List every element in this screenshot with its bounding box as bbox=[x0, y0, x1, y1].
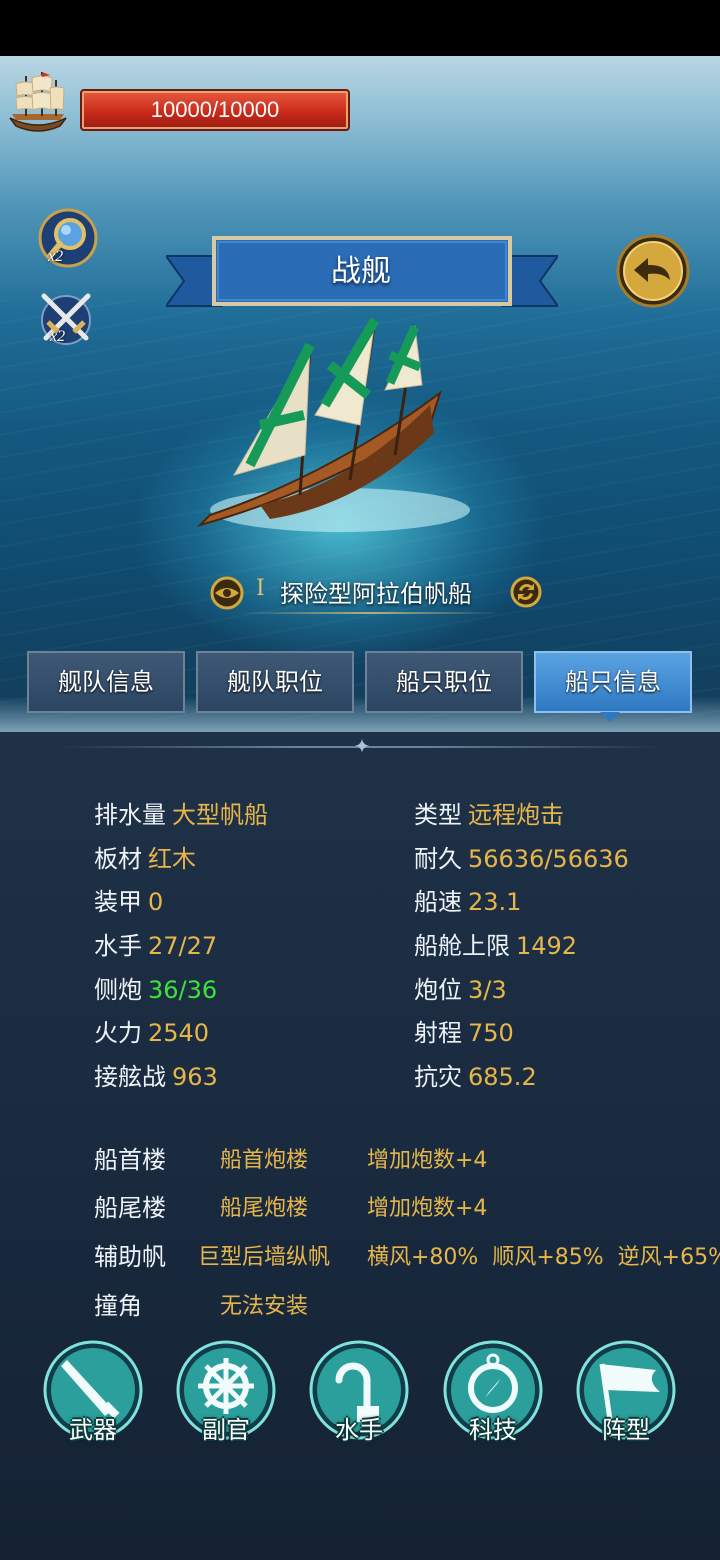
equip-row-bow[interactable]: 船首楼 船首炮楼 增加炮数+4 bbox=[94, 1140, 720, 1180]
tab-fleet-info[interactable]: 舰队信息 bbox=[27, 651, 185, 713]
stat-range: 射程 750 bbox=[414, 1019, 514, 1047]
refresh-icon[interactable] bbox=[510, 576, 542, 608]
tech-button-label: 科技 bbox=[469, 1416, 517, 1444]
swords-buff-button[interactable]: x2 bbox=[34, 286, 98, 350]
stat-disaster-resist: 抗灾 685.2 bbox=[414, 1063, 537, 1091]
ship-name-row: I 探险型阿拉伯帆船 bbox=[200, 570, 542, 616]
stat-sailors: 水手 27/27 bbox=[94, 932, 218, 960]
divider-ornament-icon: ✦ bbox=[353, 734, 371, 758]
sailor-button[interactable]: 水手 bbox=[309, 1340, 409, 1444]
page-title: 战舰 bbox=[331, 254, 391, 289]
magnify-multiplier: x2 bbox=[48, 248, 64, 265]
equip-row-stern[interactable]: 船尾楼 船尾炮楼 增加炮数+4 bbox=[94, 1188, 720, 1228]
swords-multiplier: x2 bbox=[50, 328, 66, 345]
ship-name: 探险型阿拉伯帆船 bbox=[280, 580, 472, 608]
stat-speed: 船速 23.1 bbox=[414, 888, 522, 916]
eye-icon[interactable] bbox=[210, 576, 244, 610]
status-bar bbox=[0, 0, 720, 56]
officer-button-label: 副官 bbox=[202, 1416, 250, 1444]
stat-cargo: 船舱上限 1492 bbox=[414, 932, 578, 960]
formation-button[interactable]: 阵型 bbox=[576, 1340, 676, 1444]
stat-type: 类型 远程炮击 bbox=[414, 801, 564, 829]
tech-button[interactable]: 科技 bbox=[443, 1340, 543, 1444]
formation-button-label: 阵型 bbox=[602, 1416, 650, 1444]
weapon-button[interactable]: 武器 bbox=[43, 1340, 143, 1444]
ship-grade: I bbox=[256, 576, 265, 601]
stat-plank: 板材 红木 bbox=[94, 845, 196, 873]
crossed-swords-icon bbox=[41, 293, 91, 345]
tab-fleet-position[interactable]: 舰队职位 bbox=[196, 651, 354, 713]
sailor-button-label: 水手 bbox=[335, 1416, 383, 1444]
stat-armor: 装甲 0 bbox=[94, 888, 164, 916]
ship-illustration bbox=[196, 317, 470, 532]
magnify-icon bbox=[38, 208, 98, 268]
stat-side-cannons: 侧炮 36/36 bbox=[94, 976, 218, 1004]
officer-button[interactable]: 副官 bbox=[176, 1340, 276, 1444]
tab-ship-info[interactable]: 船只信息 bbox=[534, 651, 692, 713]
hp-bar: 10000/10000 bbox=[80, 89, 350, 131]
stat-boarding: 接舷战 963 bbox=[94, 1063, 218, 1091]
ship-avatar-icon[interactable] bbox=[4, 66, 72, 138]
ship-name-underline bbox=[240, 612, 500, 614]
tab-ship-position[interactable]: 船只职位 bbox=[365, 651, 523, 713]
back-arrow-icon[interactable] bbox=[616, 234, 690, 308]
stat-firepower: 火力 2540 bbox=[94, 1019, 210, 1047]
equip-row-aux-sail[interactable]: 辅助帆 巨型后墙纵帆 横风+80% 顺风+85% 逆风+65% bbox=[94, 1237, 720, 1277]
stat-gun-slots: 炮位 3/3 bbox=[414, 976, 507, 1004]
stat-durability: 耐久 56636/56636 bbox=[414, 845, 629, 873]
magnify-buff-button[interactable]: x2 bbox=[36, 206, 100, 270]
active-tab-pointer bbox=[600, 712, 620, 722]
equip-row-ram[interactable]: 撞角 无法安装 bbox=[94, 1286, 720, 1326]
stat-displacement: 排水量 大型帆船 bbox=[94, 801, 268, 829]
weapon-button-label: 武器 bbox=[69, 1416, 117, 1444]
